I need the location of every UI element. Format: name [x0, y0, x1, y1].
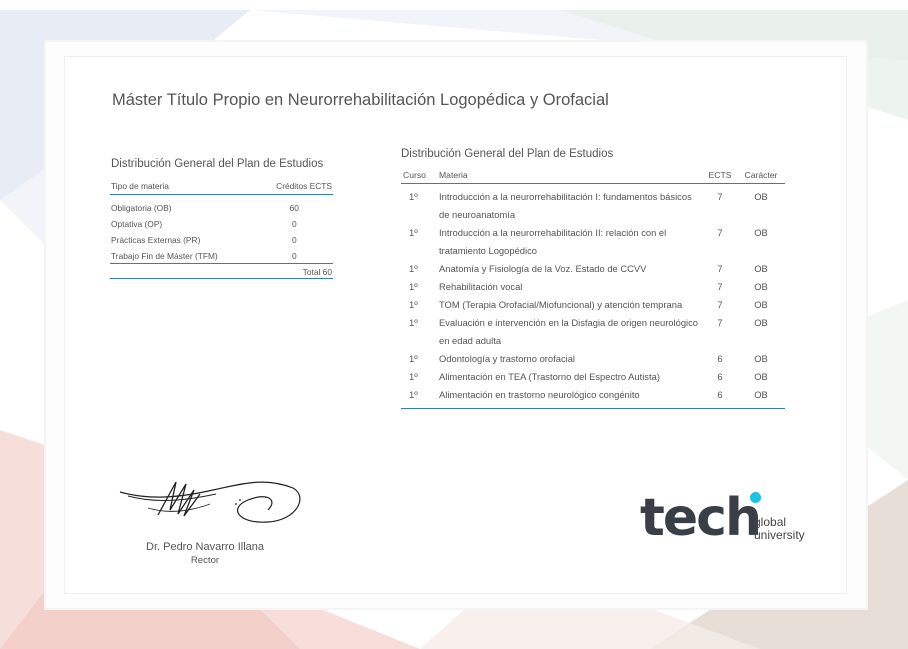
study-plan-table: Curso Materia ECTS Carácter 1º Introducc…: [401, 168, 785, 409]
column-header-materia: Materia: [437, 168, 703, 184]
signer-block: Dr. Pedro Navarro Illana Rector: [100, 541, 310, 566]
column-header-type: Tipo de materia: [110, 179, 256, 195]
subject-name: Alimentación en TEA (Trastorno del Espec…: [439, 371, 660, 382]
course-year: 1º: [409, 191, 418, 202]
subject-type: Trabajo Fin de Máster (TFM): [111, 250, 218, 261]
subject-type: Prácticas Externas (PR): [111, 234, 201, 245]
course-year: 1º: [409, 317, 418, 328]
subject-character: OB: [754, 191, 768, 202]
subject-name: Alimentación en trastorno neurológico co…: [437, 386, 703, 409]
credits-summary: Distribución General del Plan de Estudio…: [110, 158, 333, 279]
ects-value: 6: [703, 386, 737, 409]
course-year: 1º: [409, 227, 418, 238]
logo-dot: [750, 492, 761, 503]
subject-name: Introducción a la neurorrehabilitación I…: [439, 191, 692, 220]
column-header-caracter: Carácter: [737, 168, 785, 184]
table-row: 1º Introducción a la neurorrehabilitació…: [401, 184, 785, 225]
subject-character: OB: [754, 371, 768, 382]
total-row: Total 60: [110, 263, 333, 279]
ects-value: 7: [717, 299, 723, 310]
credits-value: 0: [291, 218, 297, 229]
table-row: Prácticas Externas (PR) 0: [110, 231, 333, 247]
subject-name: Odontología y trastorno orofacial: [439, 353, 576, 364]
table-row: 1º Introducción a la neurorrehabilitació…: [401, 224, 785, 260]
credits-value: 60: [289, 202, 299, 213]
course-year: 1º: [401, 386, 437, 409]
table-row: 1º Odontología y trastorno orofacial 6 O…: [401, 350, 785, 368]
subject-name: TOM (Terapia Orofacial/Miofuncional) y a…: [439, 299, 683, 310]
ects-value: 7: [717, 191, 723, 202]
logo-subtitle-line2: university: [754, 528, 805, 542]
handwritten-signature: [119, 481, 301, 523]
ects-value: 7: [717, 227, 723, 238]
logo-subtitle: global university: [754, 516, 805, 542]
table-row: Obligatoria (OB) 60: [110, 195, 333, 216]
table-row: 1º Rehabilitación vocal 7 OB: [401, 278, 785, 296]
table-row: 1º Evaluación e intervención en la Disfa…: [401, 314, 785, 350]
study-plan: Distribución General del Plan de Estudio…: [401, 148, 785, 409]
subject-character: OB: [754, 263, 768, 274]
document-title: Máster Título Propio en Neurorrehabilita…: [112, 91, 609, 109]
course-year: 1º: [409, 353, 418, 364]
ects-value: 7: [717, 317, 723, 328]
course-year: 1º: [409, 263, 418, 274]
table-row: 1º TOM (Terapia Orofacial/Miofuncional) …: [401, 296, 785, 314]
subject-name: Anatomía y Fisiología de la Voz. Estado …: [439, 263, 647, 274]
table-row: 1º Alimentación en TEA (Trastorno del Es…: [401, 368, 785, 386]
logo-wordmark: tech: [640, 488, 762, 548]
signer-name: Dr. Pedro Navarro Illana: [146, 541, 264, 553]
column-header-ects: ECTS: [703, 168, 737, 184]
signer-role: Rector: [190, 555, 220, 566]
ects-value: 6: [717, 371, 723, 382]
table-row: 1º Anatomía y Fisiología de la Voz. Esta…: [401, 260, 785, 278]
table-row: 1º Alimentación en trastorno neurológico…: [401, 386, 785, 409]
course-year: 1º: [409, 281, 418, 292]
column-header-credits: Créditos ECTS: [255, 179, 333, 195]
tech-global-university-logo: tech global university: [640, 487, 840, 549]
subject-character: OB: [754, 227, 768, 238]
credits-value: 0: [291, 250, 297, 261]
column-header-curso: Curso: [401, 168, 437, 184]
subject-character: OB: [754, 299, 768, 310]
ects-value: 7: [717, 263, 723, 274]
table-row: Optativa (OP) 0: [110, 215, 333, 231]
total-credits: Total 60: [110, 263, 333, 279]
ects-value: 6: [717, 353, 723, 364]
study-plan-heading: Distribución General del Plan de Estudio…: [401, 148, 614, 160]
subject-type: Optativa (OP): [111, 218, 163, 229]
subject-character: OB: [754, 317, 768, 328]
subject-character: OB: [737, 386, 785, 409]
subject-character: OB: [754, 281, 768, 292]
subject-name: Introducción a la neurorrehabilitación I…: [439, 227, 667, 256]
ects-value: 7: [717, 281, 723, 292]
course-year: 1º: [409, 371, 418, 382]
subject-character: OB: [754, 353, 768, 364]
credits-summary-table: Tipo de materia Créditos ECTS Obligatori…: [110, 179, 333, 279]
subject-name: Rehabilitación vocal: [439, 281, 523, 292]
subject-type: Obligatoria (OB): [111, 202, 172, 213]
table-row: Trabajo Fin de Máster (TFM) 0: [110, 247, 333, 264]
credits-value: 0: [291, 234, 297, 245]
credits-summary-heading: Distribución General del Plan de Estudio…: [111, 158, 324, 170]
course-year: 1º: [409, 299, 418, 310]
subject-name: Evaluación e intervención en la Disfagia…: [439, 317, 699, 346]
